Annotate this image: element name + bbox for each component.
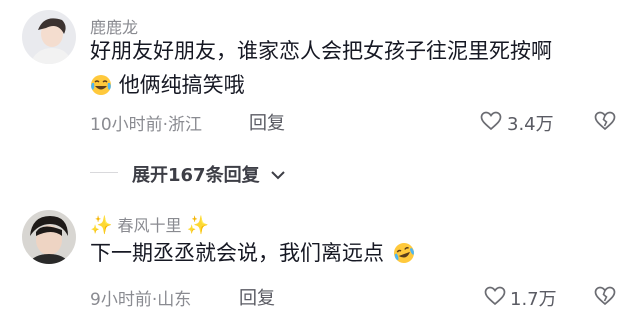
broken-heart-icon[interactable] [594,111,616,135]
timestamp-location: 10小时前·浙江 [90,115,203,135]
avatar[interactable] [22,10,76,64]
username[interactable]: 鹿鹿龙 [90,14,138,38]
divider [90,172,118,173]
expand-replies-label[interactable]: 展开167条回复 [132,161,260,187]
heart-outline-icon[interactable] [480,111,502,135]
tears-of-joy-emoji-icon [391,242,417,272]
comment-text-line2: 他俩纯搞笑哦 [90,70,245,104]
comment-text: 下一期丞丞就会说，我们离远点 [90,241,384,265]
reply-button[interactable]: 回复 [239,284,275,310]
username-row[interactable]: ✨ 春风十里 ✨ [90,212,209,236]
like-count: 1.7万 [510,289,557,310]
broken-heart-icon[interactable] [594,286,616,310]
comment-text-line: 下一期丞丞就会说，我们离远点 [90,238,417,272]
comment-text: 他俩纯搞笑哦 [118,73,245,97]
timestamp-location: 9小时前·山东 [90,290,192,310]
username[interactable]: 春风十里 [118,216,182,235]
like-count: 3.4万 [507,114,554,135]
comment-text: 好朋友好朋友，谁家恋人会把女孩子往泥里死按啊 [90,39,552,63]
heart-outline-icon[interactable] [484,286,506,310]
tears-of-joy-emoji-icon [90,74,112,104]
chevron-down-icon[interactable] [270,166,286,185]
sparkle-icon: ✨ [186,215,210,236]
avatar[interactable] [22,210,76,264]
reply-button[interactable]: 回复 [249,109,285,135]
sparkle-icon: ✨ [90,215,113,236]
